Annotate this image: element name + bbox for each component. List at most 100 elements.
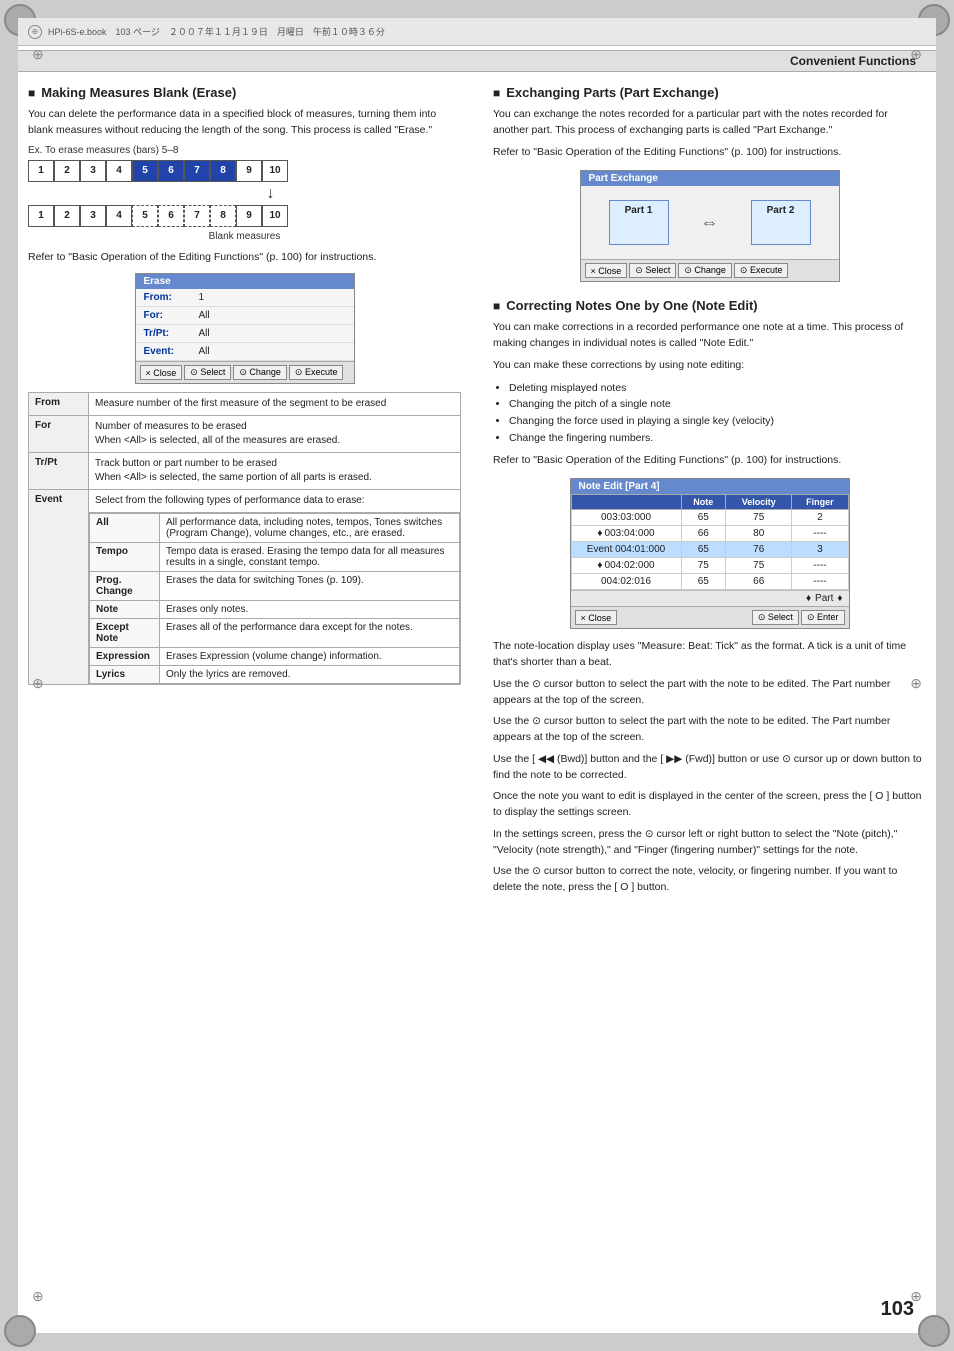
ne-vel-5: 66 [726,574,792,590]
erase-execute-btn[interactable]: ⊙ Execute [289,365,344,380]
item-for: For [29,416,89,453]
ne-vel-2: 80 [726,526,792,542]
note-edit-refer: Refer to "Basic Operation of the Editing… [493,453,926,469]
header-text: HPi-6S-e.book 103 ページ ２００７年１１月１９日 月曜日 午前… [48,25,385,38]
m1-cell-8: 8 [210,160,236,182]
ne-part-next: ♦ [837,593,842,604]
sub-item-all: All [90,514,160,543]
erase-event-label: Event: [144,346,199,357]
ne-header-row: Note Velocity Finger [571,495,848,510]
explanation-for: Number of measures to be erasedWhen <All… [89,416,461,453]
sub-explanation-tempo: Tempo data is erased. Erasing the tempo … [160,543,460,572]
ne-col-finger: Finger [792,495,848,510]
note-body-2: Use the ⊙ cursor button to select the pa… [493,677,926,709]
making-measures-intro: You can delete the performance data in a… [28,107,461,139]
ne-enter-btn[interactable]: ⊙ Enter [801,610,845,625]
header-crosshair-icon: ⊕ [28,25,42,39]
m2-cell-3: 3 [80,205,106,227]
note-body-6: In the settings screen, press the ⊙ curs… [493,827,926,859]
note-edit-intro2: You can make these corrections by using … [493,358,926,374]
sub-item-lyrics: Lyrics [90,666,160,684]
ne-part-prev: ♦ [806,593,811,604]
pe-execute-btn[interactable]: ⊙ Execute [734,263,789,278]
page-number: 103 [881,1298,914,1321]
table-row-for: For Number of measures to be erasedWhen … [29,416,461,453]
pe-change-btn[interactable]: ⊙ Change [678,263,732,278]
pe-body: Part 1 ⇔ Part 2 [581,186,839,259]
ne-col-note: Note [681,495,726,510]
ne-note-5: 65 [681,574,726,590]
erase-event-value: All [199,346,346,357]
reg-mark-tl: ⊕ [32,46,44,63]
measure-row-1: 1 2 3 4 5 6 7 8 9 10 [28,160,461,182]
note-body-1: The note-location display uses "Measure:… [493,639,926,671]
ne-col-velocity: Velocity [726,495,792,510]
ne-note-1: 65 [681,510,726,526]
erase-from-label: From: [144,292,199,303]
erase-change-btn[interactable]: ⊙ Change [233,365,287,380]
note-edit-section: Correcting Notes One by One (Note Edit) … [493,298,926,896]
table-row-all: All All performance data, including note… [29,513,461,685]
left-column: Making Measures Blank (Erase) You can de… [18,75,477,1331]
content-area: Making Measures Blank (Erase) You can de… [18,75,936,1331]
ne-row-3: Event 004:01:000 65 76 3 [571,542,848,558]
page-border-top [0,0,954,18]
reg-mark-ml: ⊕ [32,675,44,692]
ne-time-1: 003:03:000 [571,510,681,526]
note-body-7: Use the ⊙ cursor button to correct the n… [493,864,926,896]
reg-mark-mr: ⊕ [910,675,922,692]
sub-item-tempo: Tempo [90,543,160,572]
pe-close-btn[interactable]: × Close [585,263,628,278]
page-border-right [936,0,954,1351]
part1-box: Part 1 [609,200,669,245]
ne-note-4: 75 [681,558,726,574]
m1-cell-7: 7 [184,160,210,182]
note-edit-heading: Correcting Notes One by One (Note Edit) [493,298,926,313]
erase-from-row: From: 1 [136,289,354,307]
item-from: From [29,393,89,416]
sub-explanation-except-note: Erases all of the performance dara excep… [160,619,460,648]
ne-row-1: 003:03:000 65 75 2 [571,510,848,526]
sub-explanation-prog-change: Erases the data for switching Tones (p. … [160,572,460,601]
erase-for-label: For: [144,310,199,321]
header-bar: ⊕ HPi-6S-e.book 103 ページ ２００７年１１月１９日 月曜日 … [18,18,936,46]
ne-vel-3: 76 [726,542,792,558]
explanation-trpt: Track button or part number to be erased… [89,453,461,490]
m2-cell-8: 8 [210,205,236,227]
bullet-1: Deleting misplayed notes [509,380,926,397]
m2-cell-1: 1 [28,205,54,227]
erase-dialog-title: Erase [136,274,354,289]
erase-select-btn[interactable]: ⊙ Select [184,365,231,380]
erase-dialog: Erase From: 1 For: All Tr/Pt: All Event:… [135,273,355,384]
pe-select-btn[interactable]: ⊙ Select [629,263,676,278]
making-measures-heading: Making Measures Blank (Erase) [28,85,461,100]
ne-select-btn[interactable]: ⊙ Select [752,610,799,625]
part-exchange-dialog: Part Exchange Part 1 ⇔ Part 2 × Close ⊙ … [580,170,840,282]
explanation-event-intro: Select from the following types of perfo… [89,490,461,513]
note-edit-dialog: Note Edit [Part 4] Note Velocity Finger … [570,478,850,629]
table-row-event-header: Event Select from the following types of… [29,490,461,513]
left-refer-text: Refer to "Basic Operation of the Editing… [28,250,461,266]
note-edit-bullets: Deleting misplayed notes Changing the pi… [509,380,926,447]
m1-cell-3: 3 [80,160,106,182]
ne-finger-3: 3 [792,542,848,558]
ne-table: Note Velocity Finger 003:03:000 65 75 2 [571,494,849,590]
bullet-3: Changing the force used in playing a sin… [509,413,926,430]
measure-row-2: 1 2 3 4 5 6 7 8 9 10 [28,205,461,227]
bullet-2: Changing the pitch of a single note [509,396,926,413]
table-row-trpt: Tr/Pt Track button or part number to be … [29,453,461,490]
erase-close-btn[interactable]: × Close [140,365,183,380]
sub-item-except-note: Except Note [90,619,160,648]
ne-part-row: ♦ Part ♦ [571,590,849,606]
event-all-row: All All performance data, including note… [89,513,461,685]
ne-finger-2: ---- [792,526,848,542]
m1-cell-5: 5 [132,160,158,182]
sub-item-note: Note [90,601,160,619]
sub-explanation-note: Erases only notes. [160,601,460,619]
erase-trpt-label: Tr/Pt: [144,328,199,339]
ne-row-2: ♦003:04:000 66 80 ---- [571,526,848,542]
section-title: Convenient Functions [790,54,916,68]
table-row-from: From Measure number of the first measure… [29,393,461,416]
ne-vel-4: 75 [726,558,792,574]
ne-close-btn[interactable]: × Close [575,610,618,625]
